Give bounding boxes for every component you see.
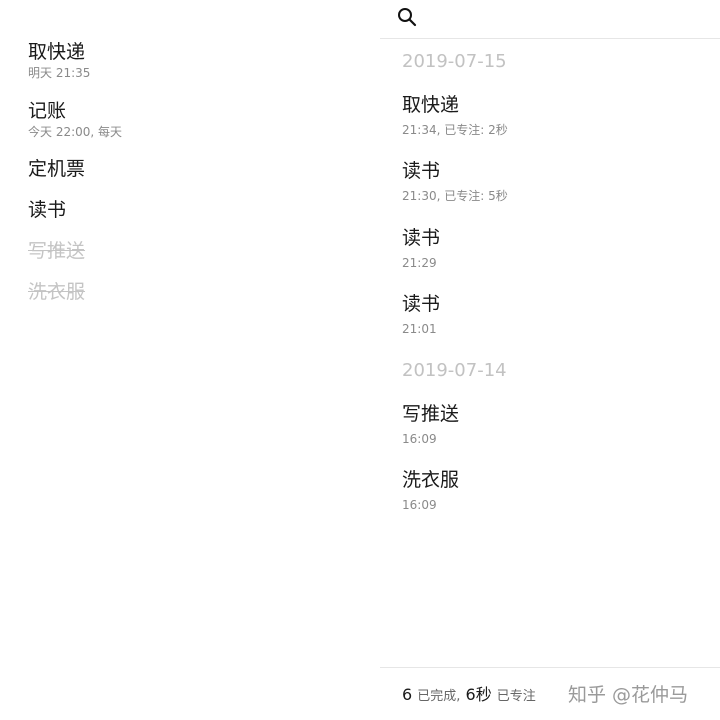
completed-label: 已完成,	[417, 689, 461, 704]
entry-title: 读书	[402, 293, 441, 315]
completed-count: 6	[402, 685, 413, 704]
entry-detail: 16:09	[402, 498, 437, 512]
todo-title: 写推送	[28, 240, 86, 262]
todo-item[interactable]: 取快递 明天 21:35	[28, 40, 90, 80]
entry-detail: 21:34, 已专注: 2秒	[402, 123, 508, 137]
entry-detail: 21:30, 已专注: 5秒	[402, 189, 508, 203]
entry-title: 写推送	[402, 403, 460, 425]
entry-title: 洗衣服	[402, 469, 460, 491]
search-bar[interactable]	[380, 0, 720, 39]
entry-title: 读书	[402, 227, 441, 249]
entry-detail: 16:09	[402, 432, 437, 446]
entry-detail: 21:01	[402, 322, 437, 336]
todo-title: 记账	[28, 100, 67, 122]
todo-item-completed[interactable]: 洗衣服	[28, 280, 85, 304]
history-entry[interactable]: 取快递 21:34, 已专注: 2秒	[402, 93, 508, 137]
todo-item[interactable]: 定机票	[28, 157, 85, 181]
history-entry[interactable]: 写推送 16:09	[402, 402, 459, 446]
todo-reminder: 今天 22:00, 每天	[28, 125, 123, 139]
todo-list-pane: 取快递 明天 21:35 记账 今天 22:00, 每天 定机票 读书 写推送 …	[0, 0, 380, 719]
todo-reminder: 明天 21:35	[28, 66, 91, 80]
todo-title: 洗衣服	[28, 281, 86, 303]
todo-item-completed[interactable]: 写推送	[28, 239, 85, 263]
todo-title: 取快递	[28, 41, 86, 63]
focus-time: 6秒	[465, 685, 492, 704]
todo-title: 读书	[28, 199, 67, 221]
history-entry[interactable]: 读书 21:01	[402, 292, 440, 336]
stats-footer: 6 已完成, 6秒 已专注 知乎 @花仲马	[380, 667, 720, 720]
history-entry[interactable]: 洗衣服 16:09	[402, 468, 459, 512]
todo-item[interactable]: 记账 今天 22:00, 每天	[28, 99, 122, 139]
history-entry[interactable]: 读书 21:30, 已专注: 5秒	[402, 159, 508, 203]
date-header: 2019-07-14	[402, 360, 507, 381]
entry-detail: 21:29	[402, 256, 437, 270]
todo-item[interactable]: 读书	[28, 198, 66, 222]
entry-title: 读书	[402, 160, 441, 182]
todo-title: 定机票	[28, 158, 86, 180]
history-entry[interactable]: 读书 21:29	[402, 226, 440, 270]
stats-summary: 6 已完成, 6秒 已专注	[402, 681, 536, 705]
entry-title: 取快递	[402, 94, 460, 116]
search-icon[interactable]	[396, 6, 418, 28]
history-pane: 2019-07-15 取快递 21:34, 已专注: 2秒 读书 21:30, …	[380, 0, 720, 719]
date-header: 2019-07-15	[402, 51, 507, 72]
watermark: 知乎 @花仲马	[568, 684, 689, 706]
focus-label: 已专注	[496, 689, 536, 704]
